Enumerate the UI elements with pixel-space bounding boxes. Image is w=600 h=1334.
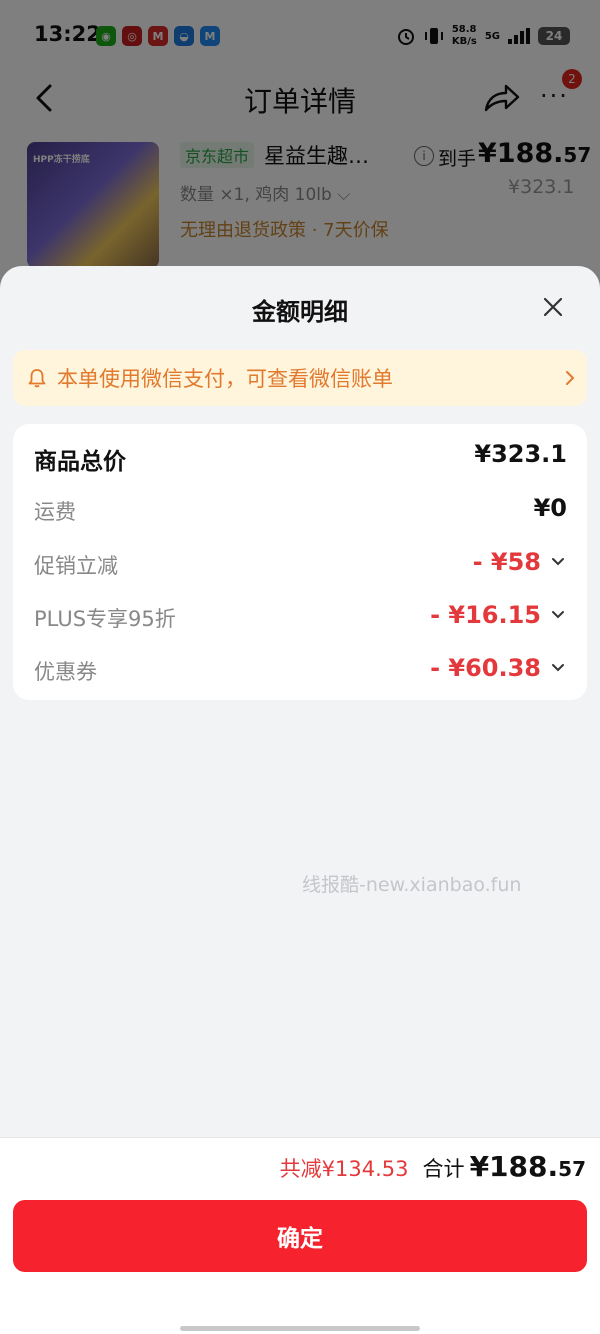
chevron-right-icon: [566, 371, 575, 385]
chevron-down-icon[interactable]: [551, 662, 565, 674]
confirm-button[interactable]: 确定: [13, 1200, 587, 1272]
wechat-pay-notice[interactable]: 本单使用微信支付，可查看微信账单: [13, 350, 587, 406]
row-value: ¥323.1: [474, 440, 567, 468]
row-label: 运费: [34, 500, 76, 524]
total-saved: 共减¥134.53: [279, 1157, 409, 1181]
row-label: 促销立减: [34, 554, 118, 578]
row-value: - ¥58: [472, 548, 541, 576]
row-value: ¥0: [533, 494, 567, 522]
watermark: 线报酷-new.xianbao.fun: [302, 874, 522, 896]
notice-text: 本单使用微信支付，可查看微信账单: [57, 367, 393, 391]
row-subtotal: 商品总价 ¥323.1: [13, 436, 587, 476]
close-icon[interactable]: [538, 292, 568, 322]
chevron-down-icon[interactable]: [551, 556, 565, 568]
total-wrap: 合计 ¥188.57: [422, 1150, 586, 1183]
total-summary: 共减¥134.53 合计 ¥188.57: [280, 1150, 586, 1183]
bell-icon: [28, 369, 46, 388]
row-value: - ¥60.38: [430, 654, 541, 682]
row-label: 优惠券: [34, 660, 97, 684]
sheet-title: 金额明细: [252, 298, 348, 326]
home-indicator[interactable]: [180, 1326, 420, 1331]
footer-bar: 共减¥134.53 合计 ¥188.57 确定: [0, 1137, 600, 1334]
total-label: 合计: [422, 1157, 465, 1181]
row-value: - ¥16.15: [430, 601, 541, 629]
modal-backdrop[interactable]: [0, 0, 600, 300]
total-amount: ¥188.57: [469, 1150, 586, 1183]
row-label: PLUS专享95折: [34, 607, 176, 631]
row-promotion[interactable]: 促销立减 - ¥58: [13, 544, 587, 584]
chevron-down-icon[interactable]: [551, 609, 565, 621]
row-label: 商品总价: [34, 449, 126, 475]
row-shipping: 运费 ¥0: [13, 490, 587, 530]
amount-breakdown-card: 商品总价 ¥323.1 运费 ¥0 促销立减 - ¥58 PLUS专享95折 -…: [13, 424, 587, 700]
row-plus-discount[interactable]: PLUS专享95折 - ¥16.15: [13, 597, 587, 637]
row-coupon[interactable]: 优惠券 - ¥60.38: [13, 650, 587, 690]
